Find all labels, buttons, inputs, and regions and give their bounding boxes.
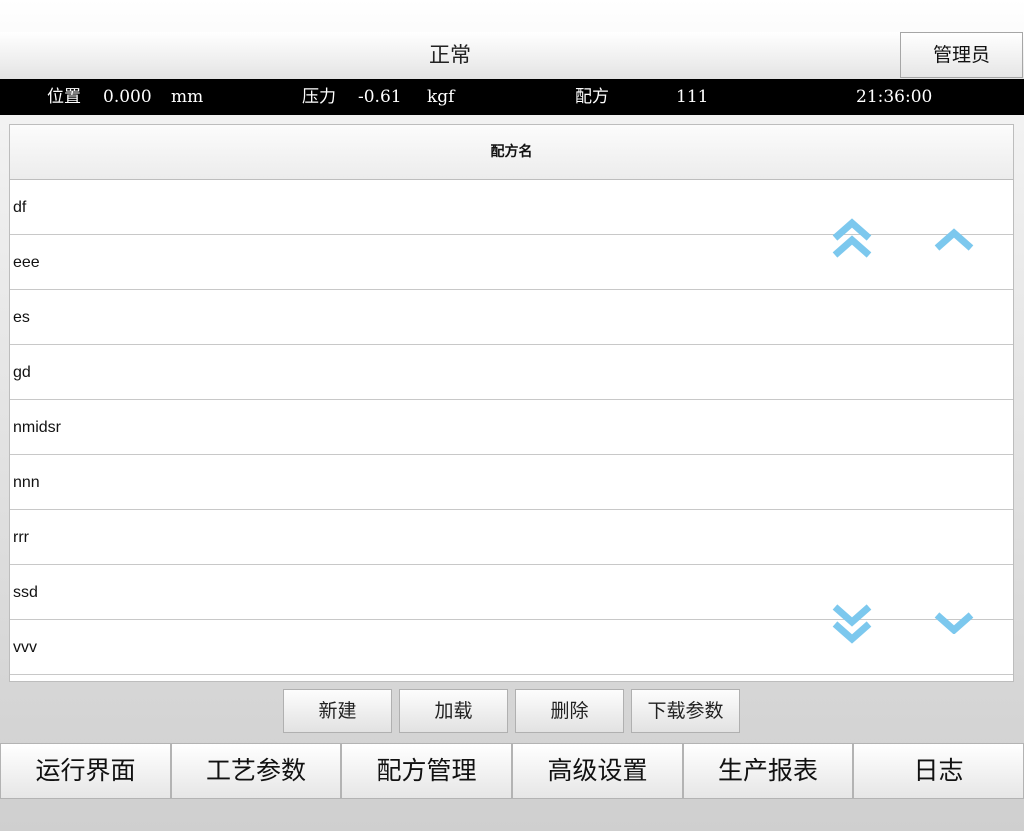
pressure-label: 压力 [302, 87, 336, 107]
recipe-name: nmidsr [13, 419, 62, 436]
recipe-table: 配方名 df eee es gd nmidsr nnn rrr ssd vvv [9, 124, 1014, 682]
nav-run-screen[interactable]: 运行界面 [0, 743, 171, 799]
recipe-name: nnn [13, 474, 40, 491]
delete-recipe-button[interactable]: 删除 [515, 689, 624, 733]
position-value: 0.000 [103, 87, 152, 107]
title-bar: 正常 管理员 [0, 32, 1024, 79]
recipe-label: 配方 [575, 87, 609, 107]
recipe-name: ssd [13, 584, 38, 601]
new-recipe-button[interactable]: 新建 [283, 689, 392, 733]
double-chevron-down-icon[interactable] [832, 602, 872, 644]
download-params-button[interactable]: 下载参数 [631, 689, 740, 733]
recipe-name: vvv [13, 639, 37, 656]
recipe-value: 111 [676, 87, 709, 107]
chevron-down-icon[interactable] [934, 610, 974, 634]
recipe-name: es [13, 309, 30, 326]
clock: 21:36:00 [856, 87, 933, 107]
recipe-row[interactable]: nmidsr [10, 400, 1013, 455]
pressure-value: -0.61 [358, 87, 402, 107]
double-chevron-up-icon[interactable] [832, 218, 872, 260]
recipe-row[interactable]: nnn [10, 455, 1013, 510]
info-bar: 位置 0.000 mm 压力 -0.61 kgf 配方 111 21:36:00 [0, 79, 1024, 115]
position-unit: mm [171, 87, 204, 107]
load-recipe-button[interactable]: 加载 [399, 689, 508, 733]
recipe-row[interactable]: es [10, 290, 1013, 345]
nav-process-params[interactable]: 工艺参数 [171, 743, 341, 799]
recipe-name: df [13, 199, 27, 216]
nav-log[interactable]: 日志 [853, 743, 1024, 799]
chevron-up-icon[interactable] [934, 228, 974, 252]
user-role-button[interactable]: 管理员 [900, 32, 1023, 78]
position-label: 位置 [47, 87, 81, 107]
machine-status: 正常 [429, 43, 471, 67]
nav-production-report[interactable]: 生产报表 [683, 743, 853, 799]
recipe-row[interactable]: rrr [10, 510, 1013, 565]
nav-recipe-management[interactable]: 配方管理 [341, 743, 512, 799]
recipe-name-column-header: 配方名 [10, 125, 1013, 180]
recipe-name: rrr [13, 529, 29, 546]
pressure-unit: kgf [427, 87, 455, 107]
recipe-row[interactable]: gd [10, 345, 1013, 400]
nav-advanced-settings[interactable]: 高级设置 [512, 743, 683, 799]
recipe-name: gd [13, 364, 31, 381]
recipe-name: eee [13, 254, 40, 271]
